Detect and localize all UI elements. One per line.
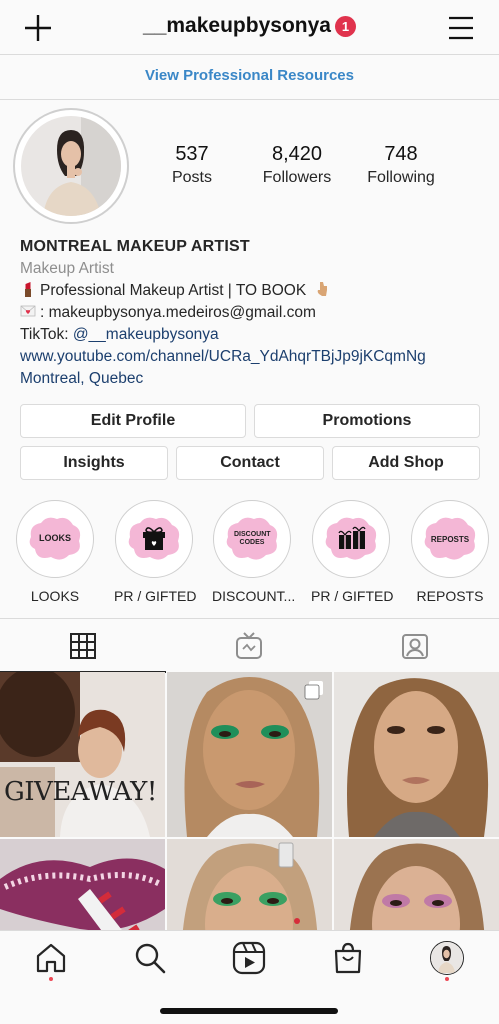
profile-name: MONTREAL MAKEUP ARTIST: [20, 238, 250, 255]
home-icon[interactable]: [34, 941, 68, 975]
highlight-discount-codes[interactable]: DISCOUNT CODES DISCOUNT...: [212, 500, 296, 604]
promotions-button[interactable]: Promotions: [254, 404, 480, 438]
tiktok-mention-link[interactable]: @__makeupbysonya: [73, 326, 219, 343]
highlight-cover-text: REPOSTS: [430, 535, 470, 544]
search-icon[interactable]: [133, 941, 167, 975]
post-thumbnail[interactable]: [167, 672, 332, 837]
profile-tabs: [0, 618, 499, 673]
tab-tagged[interactable]: [332, 619, 498, 673]
post-thumbnail[interactable]: [167, 839, 332, 930]
bio-line-tiktok: TikTok: @__makeupbysonya: [20, 324, 490, 346]
notification-badge: 1: [334, 15, 356, 37]
bio-booking-text: Professional Makeup Artist | TO BOOK: [40, 282, 307, 299]
bio-line-email: : makeupbysonya.medeiros@gmail.com: [20, 302, 490, 324]
tab-posts-grid[interactable]: [0, 619, 166, 673]
professional-resources-bar: View Professional Resources: [0, 56, 499, 100]
professional-resources-link[interactable]: View Professional Resources: [145, 67, 354, 84]
profile-category: Makeup Artist: [20, 260, 114, 277]
highlight-cover: DISCOUNT CODES: [213, 500, 291, 578]
bio-email-text: : makeupbysonya.medeiros@gmail.com: [40, 304, 316, 321]
pointing-down-icon: [317, 282, 327, 296]
home-activity-dot: [49, 977, 53, 981]
love-letter-icon: [20, 305, 36, 317]
tab-igtv[interactable]: [166, 619, 332, 673]
posts-stat[interactable]: 537 Posts: [140, 143, 244, 187]
highlight-looks[interactable]: LOOKS LOOKS: [15, 500, 95, 604]
highlight-pr-gifted-2[interactable]: PR / GIFTED: [311, 500, 394, 604]
highlight-label: LOOKS: [30, 588, 80, 604]
igtv-icon: [236, 632, 262, 659]
post-thumbnail[interactable]: [334, 839, 499, 930]
edit-profile-button[interactable]: Edit Profile: [20, 404, 246, 438]
followers-count: 8,420: [271, 143, 323, 165]
posts-label: Posts: [171, 169, 212, 186]
following-label: Following: [367, 169, 435, 186]
highlight-reposts[interactable]: REPOSTS REPOSTS: [410, 500, 490, 604]
highlight-cover-text: LOOKS: [38, 533, 71, 543]
profile-bio: MONTREAL MAKEUP ARTIST Makeup Artist Pro…: [20, 236, 490, 390]
posts-grid: GIVEAWAY!: [0, 672, 499, 930]
account-switcher[interactable]: __makeupbysonya 1: [0, 14, 499, 38]
add-shop-button[interactable]: Add Shop: [332, 446, 480, 480]
post-thumbnail[interactable]: GIVEAWAY!: [0, 672, 165, 837]
insights-button[interactable]: Insights: [20, 446, 168, 480]
highlight-pr-gifted-1[interactable]: PR / GIFTED: [114, 500, 197, 604]
shop-bag-icon[interactable]: [331, 941, 365, 975]
grid-icon: [70, 633, 96, 659]
profile-avatar[interactable]: [13, 108, 129, 224]
posts-count: 537: [175, 143, 209, 165]
highlight-cover: [312, 500, 390, 578]
profile-stats: 537 Posts 8,420 Followers 748 Following: [140, 143, 480, 187]
following-stat[interactable]: 748 Following: [350, 143, 452, 187]
contact-button[interactable]: Contact: [176, 446, 324, 480]
top-bar: __makeupbysonya 1: [0, 0, 499, 55]
highlight-cover: LOOKS: [16, 500, 94, 578]
followers-label: Followers: [262, 169, 332, 186]
post-thumbnail[interactable]: [0, 839, 165, 930]
post-thumbnail[interactable]: [334, 672, 499, 837]
following-count: 748: [384, 143, 418, 165]
username-title[interactable]: __makeupbysonya: [143, 14, 331, 37]
highlight-label: PR / GIFTED: [114, 588, 197, 604]
gift-icon: [143, 527, 165, 550]
carousel-icon: [304, 681, 323, 700]
highlight-label: PR / GIFTED: [311, 588, 394, 604]
profile-tab-avatar[interactable]: [430, 941, 464, 975]
highlight-cover: [115, 500, 193, 578]
highlight-label: DISCOUNT...: [212, 588, 296, 604]
bio-tiktok-prefix: TikTok:: [20, 326, 73, 343]
avatar-photo: [21, 116, 121, 216]
giveaway-text: GIVEAWAY!: [4, 777, 157, 807]
location-link[interactable]: Montreal, Quebec: [20, 368, 490, 390]
hamburger-menu-icon[interactable]: [447, 15, 475, 41]
highlight-label: REPOSTS: [416, 588, 484, 604]
profile-activity-dot: [445, 977, 449, 981]
highlight-cover-text: DISCOUNT CODES: [234, 531, 271, 546]
followers-stat[interactable]: 8,420 Followers: [244, 143, 350, 187]
reels-icon[interactable]: [232, 941, 266, 975]
tagged-person-icon: [402, 634, 428, 659]
lipstick-icon: [25, 282, 31, 297]
home-indicator: [160, 1008, 338, 1014]
highlight-cover: REPOSTS: [411, 500, 489, 578]
bio-line-booking: Professional Makeup Artist | TO BOOK: [20, 280, 490, 302]
youtube-link[interactable]: www.youtube.com/channel/UCRa_YdAhqrTBjJp…: [20, 346, 490, 368]
